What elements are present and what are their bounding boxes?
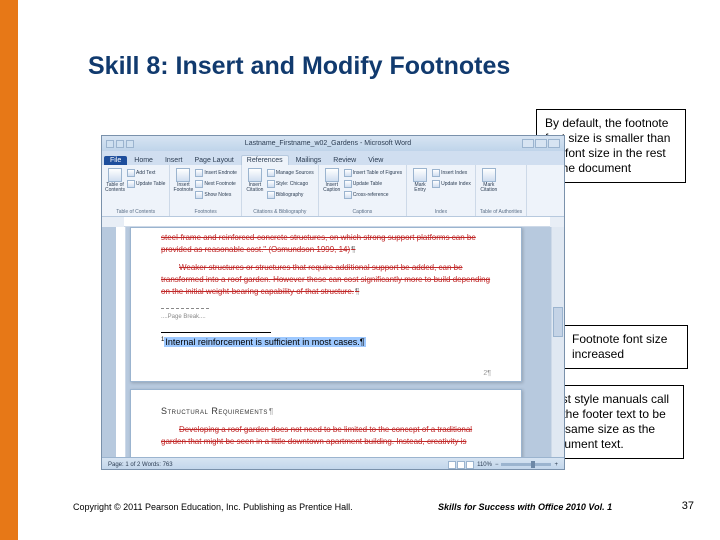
btn-update-index[interactable]: Update Index bbox=[432, 179, 471, 189]
footnote-separator bbox=[161, 332, 271, 333]
btn-next-footnote[interactable]: Next Footnote bbox=[195, 179, 237, 189]
group-label: Table of Contents bbox=[106, 209, 165, 215]
footer-copyright: Copyright © 2011 Pearson Education, Inc.… bbox=[73, 502, 353, 512]
btn-insert-index[interactable]: Insert Index bbox=[432, 168, 471, 178]
ribbon-group-citations: Insert Citation Manage Sources Style: Ch… bbox=[242, 165, 319, 216]
section-heading: Structural Requirements bbox=[161, 406, 491, 416]
btn-toc[interactable]: Table of Contents bbox=[106, 168, 124, 194]
tab-file[interactable]: File bbox=[104, 156, 127, 165]
minimize-icon[interactable] bbox=[522, 139, 534, 148]
btn-bibliography[interactable]: Bibliography bbox=[267, 190, 314, 200]
tab-home[interactable]: Home bbox=[129, 156, 158, 165]
btn-manage-sources[interactable]: Manage Sources bbox=[267, 168, 314, 178]
page-footer: 2¶ bbox=[161, 370, 491, 377]
quick-access-toolbar bbox=[106, 140, 134, 148]
zoom-slider[interactable] bbox=[501, 463, 551, 466]
group-label: Table of Authorities bbox=[480, 209, 522, 215]
word-titlebar: Lastname_Firstname_w02_Gardens - Microso… bbox=[102, 136, 564, 151]
tab-page-layout[interactable]: Page Layout bbox=[189, 156, 238, 165]
zoom-level[interactable]: 110% bbox=[477, 462, 492, 468]
scroll-thumb[interactable] bbox=[553, 307, 563, 337]
group-label: Index bbox=[411, 209, 471, 215]
tab-mailings[interactable]: Mailings bbox=[291, 156, 327, 165]
btn-cross-ref[interactable]: Cross-reference bbox=[344, 190, 402, 200]
dashed-separator bbox=[161, 308, 209, 309]
body-paragraph-1: steel-frame and reinforced-concrete stru… bbox=[161, 232, 491, 256]
body-paragraph-2: Weaker structures or structures that req… bbox=[161, 262, 491, 298]
btn-mark-entry[interactable]: Mark Entry bbox=[411, 168, 429, 194]
tab-view[interactable]: View bbox=[363, 156, 388, 165]
accent-bar bbox=[0, 0, 18, 540]
footnote-text[interactable]: 1Internal reinforcement is sufficient in… bbox=[161, 337, 491, 347]
group-label: Citations & Bibliography bbox=[246, 209, 314, 215]
tab-references[interactable]: References bbox=[241, 155, 289, 165]
group-label: Footnotes bbox=[174, 209, 237, 215]
slide: Skill 8: Insert and Modify Footnotes By … bbox=[18, 0, 720, 540]
ribbon: Table of Contents Add Text Update Table … bbox=[102, 165, 564, 217]
qat-save-icon[interactable] bbox=[106, 140, 114, 148]
vertical-ruler[interactable] bbox=[116, 227, 126, 457]
window-buttons bbox=[522, 139, 560, 148]
qat-redo-icon[interactable] bbox=[126, 140, 134, 148]
ribbon-group-toa: Mark Citation Table of Authorities bbox=[476, 165, 527, 216]
ribbon-group-index: Mark Entry Insert Index Update Index Ind… bbox=[407, 165, 476, 216]
slide-number: 37 bbox=[682, 500, 694, 512]
tab-insert[interactable]: Insert bbox=[160, 156, 188, 165]
group-label: Captions bbox=[323, 209, 402, 215]
btn-insert-endnote[interactable]: Insert Endnote bbox=[195, 168, 237, 178]
btn-update-table2[interactable]: Update Table bbox=[344, 179, 402, 189]
tab-review[interactable]: Review bbox=[328, 156, 361, 165]
btn-add-text[interactable]: Add Text bbox=[127, 168, 165, 178]
ribbon-group-toc: Table of Contents Add Text Update Table … bbox=[102, 165, 170, 216]
page-break-marker: ....Page Break.... bbox=[161, 313, 491, 322]
document-page-1[interactable]: steel-frame and reinforced-concrete stru… bbox=[130, 227, 522, 382]
document-page-2[interactable]: Structural Requirements Developing a roo… bbox=[130, 389, 522, 457]
document-area[interactable]: steel-frame and reinforced-concrete stru… bbox=[102, 227, 564, 457]
status-page-words[interactable]: Page: 1 of 2 Words: 763 bbox=[108, 462, 173, 468]
close-icon[interactable] bbox=[548, 139, 560, 148]
window-title-text: Lastname_Firstname_w02_Gardens - Microso… bbox=[245, 140, 411, 147]
vertical-scrollbar[interactable] bbox=[551, 227, 564, 457]
status-bar: Page: 1 of 2 Words: 763 110% −+ bbox=[102, 457, 564, 470]
horizontal-ruler[interactable] bbox=[124, 217, 550, 227]
btn-update-table[interactable]: Update Table bbox=[127, 179, 165, 189]
slide-title: Skill 8: Insert and Modify Footnotes bbox=[88, 52, 510, 81]
qat-undo-icon[interactable] bbox=[116, 140, 124, 148]
ribbon-group-footnotes: Insert Footnote Insert Endnote Next Foot… bbox=[170, 165, 242, 216]
btn-insert-footnote[interactable]: Insert Footnote bbox=[174, 168, 192, 194]
btn-table-figures[interactable]: Insert Table of Figures bbox=[344, 168, 402, 178]
btn-style[interactable]: Style: Chicago bbox=[267, 179, 314, 189]
maximize-icon[interactable] bbox=[535, 139, 547, 148]
btn-mark-citation[interactable]: Mark Citation bbox=[480, 168, 498, 194]
word-window: Lastname_Firstname_w02_Gardens - Microso… bbox=[101, 135, 565, 470]
btn-insert-citation[interactable]: Insert Citation bbox=[246, 168, 264, 194]
btn-show-notes[interactable]: Show Notes bbox=[195, 190, 237, 200]
callout-increased: Footnote font size increased bbox=[563, 325, 688, 369]
zoom-controls[interactable]: 110% −+ bbox=[448, 461, 558, 469]
footer-book-title: Skills for Success with Office 2010 Vol.… bbox=[438, 502, 612, 512]
view-buttons-icon[interactable] bbox=[448, 461, 474, 469]
ribbon-tabs: File Home Insert Page Layout References … bbox=[102, 151, 564, 165]
body-paragraph-3: Developing a roof garden does not need t… bbox=[161, 424, 491, 448]
ribbon-group-captions: Insert Caption Insert Table of Figures U… bbox=[319, 165, 407, 216]
btn-insert-caption[interactable]: Insert Caption bbox=[323, 168, 341, 194]
callout-text: Footnote font size increased bbox=[572, 332, 667, 361]
